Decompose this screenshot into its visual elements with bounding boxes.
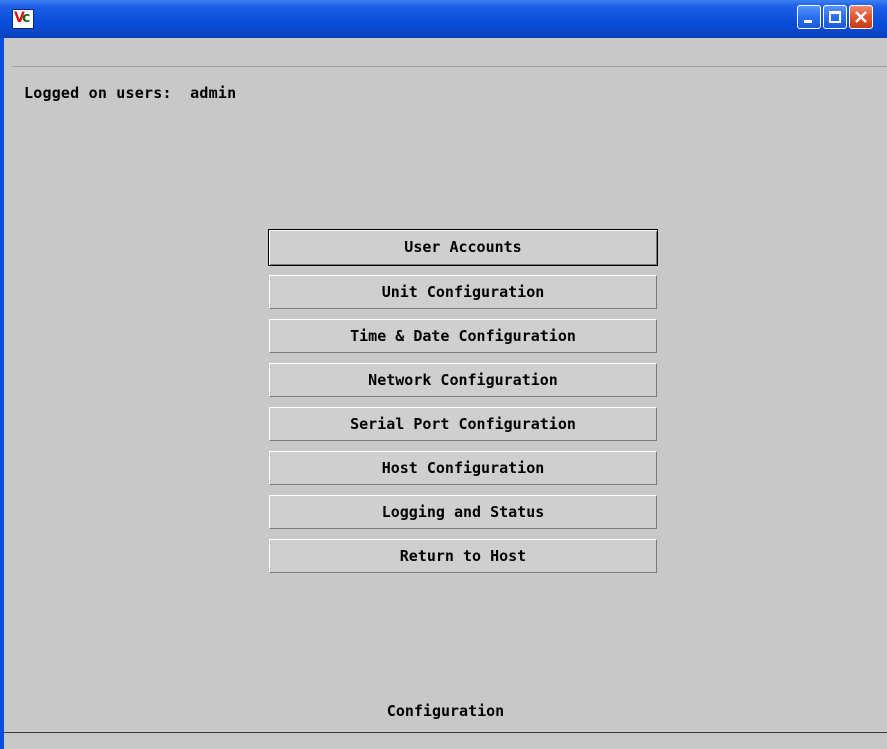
time-date-configuration-button[interactable]: Time & Date Configuration (269, 319, 657, 353)
logged-on-users-label: Logged on users: admin (24, 84, 237, 102)
return-to-host-button[interactable]: Return to Host (269, 539, 657, 573)
minimize-button[interactable] (797, 5, 821, 29)
minimize-icon (804, 20, 812, 23)
network-configuration-button[interactable]: Network Configuration (269, 363, 657, 397)
window-titlebar: V c (0, 0, 887, 38)
unit-configuration-button[interactable]: Unit Configuration (269, 275, 657, 309)
maximize-button[interactable] (823, 5, 847, 29)
top-divider (12, 66, 887, 67)
logging-and-status-button[interactable]: Logging and Status (269, 495, 657, 529)
page-title-status: Configuration (386, 702, 505, 720)
bottom-strip (4, 733, 887, 749)
serial-port-configuration-button[interactable]: Serial Port Configuration (269, 407, 657, 441)
app-icon[interactable]: V c (12, 9, 34, 29)
close-icon (855, 11, 867, 23)
configuration-panel: Logged on users: admin User Accounts Uni… (0, 38, 887, 749)
host-configuration-button[interactable]: Host Configuration (269, 451, 657, 485)
user-accounts-button[interactable]: User Accounts (268, 229, 658, 266)
maximize-icon (829, 11, 841, 23)
close-button[interactable] (849, 5, 873, 29)
app-icon-letter-c: c (22, 10, 31, 26)
